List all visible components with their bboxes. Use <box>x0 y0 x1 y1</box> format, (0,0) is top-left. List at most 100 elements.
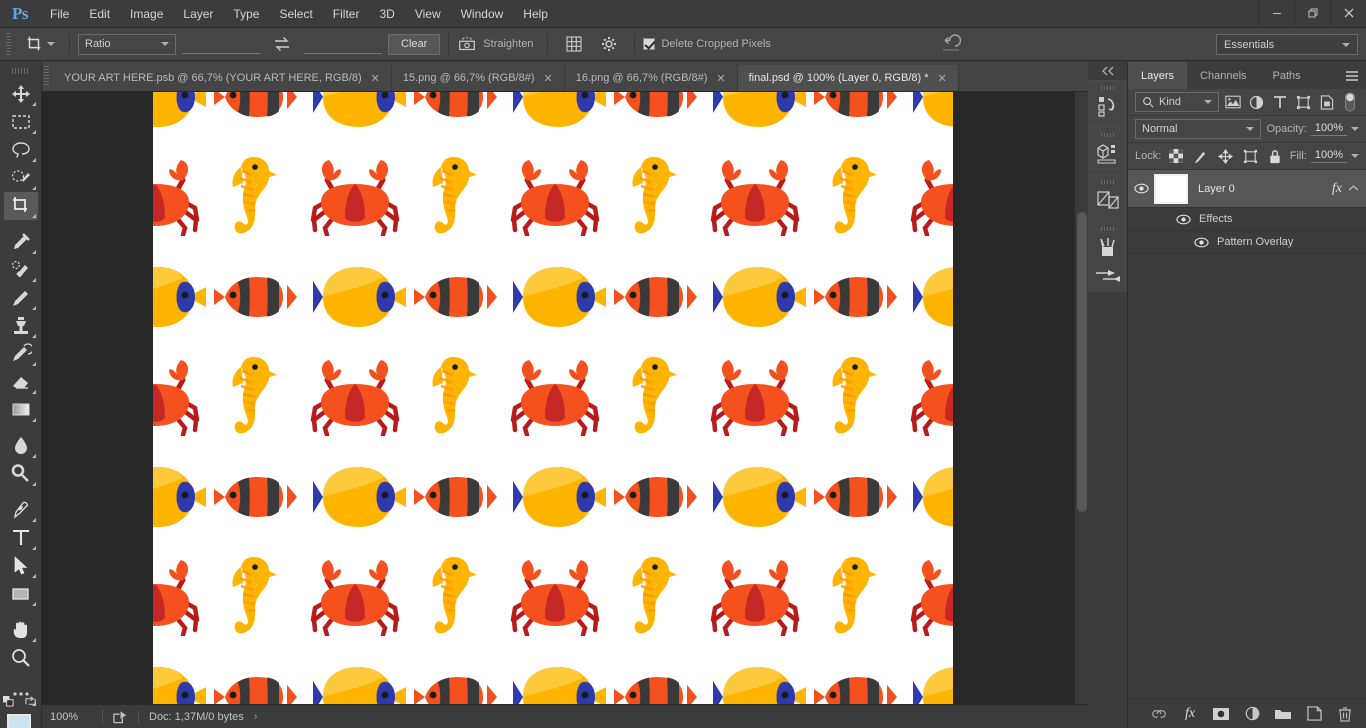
menu-image[interactable]: Image <box>120 0 173 28</box>
new-adjustment-layer-icon[interactable] <box>1243 705 1261 723</box>
panel-tab-channels[interactable]: Channels <box>1187 62 1260 89</box>
layer-comps-panel-button[interactable] <box>1088 174 1127 221</box>
pen-tool[interactable] <box>4 496 38 524</box>
crop-width-input[interactable] <box>182 34 260 54</box>
swap-colors-icon[interactable] <box>24 696 36 707</box>
menu-filter[interactable]: Filter <box>323 0 370 28</box>
layer-visibility-toggle[interactable] <box>1128 183 1154 194</box>
document-info[interactable]: Doc: 1,37M/0 bytes <box>149 711 244 723</box>
link-layers-icon[interactable] <box>1150 705 1168 723</box>
layer-list[interactable]: Layer 0 fx Effects Pattern Overlay <box>1128 170 1366 698</box>
tool-flyout-triangle[interactable] <box>31 638 36 642</box>
document-tab[interactable]: 15.png @ 66,7% (RGB/8#) ✕ <box>391 65 565 91</box>
menu-select[interactable]: Select <box>269 0 322 28</box>
tool-flyout-triangle[interactable] <box>31 602 36 606</box>
lock-artboard-nesting-icon[interactable] <box>1240 146 1260 166</box>
rectangular-marquee-tool[interactable] <box>4 108 38 136</box>
menu-layer[interactable]: Layer <box>173 0 223 28</box>
history-panel-button[interactable] <box>1088 80 1127 127</box>
document-tab[interactable]: 16.png @ 66,7% (RGB/8#) ✕ <box>564 65 738 91</box>
filter-adjustment-icon[interactable] <box>1248 92 1265 112</box>
menu-type[interactable]: Type <box>223 0 269 28</box>
quick-selection-tool[interactable] <box>4 164 38 192</box>
tool-flyout-triangle[interactable] <box>31 546 36 550</box>
layer-effects-badge[interactable]: fx <box>1332 181 1342 197</box>
grid-overlay-icon[interactable] <box>564 34 584 54</box>
tool-flyout-triangle[interactable] <box>31 186 36 190</box>
filter-enable-toggle[interactable] <box>1342 92 1359 112</box>
close-icon[interactable]: ✕ <box>716 72 725 85</box>
workspace-select[interactable]: Essentials <box>1216 34 1358 55</box>
tools-panel-grip[interactable] <box>11 68 30 74</box>
eyedropper-tool[interactable] <box>4 228 38 256</box>
tool-flyout-triangle[interactable] <box>31 334 36 338</box>
filter-type-icon[interactable] <box>1271 92 1288 112</box>
new-group-icon[interactable] <box>1274 705 1292 723</box>
document-area[interactable] <box>42 92 1088 704</box>
fill-value[interactable]: 100% <box>1310 149 1347 163</box>
3d-panel-button[interactable] <box>1088 127 1127 174</box>
share-icon[interactable] <box>113 710 128 724</box>
tool-preset-caret[interactable] <box>47 42 55 46</box>
tab-bar-grip[interactable] <box>44 66 49 86</box>
opacity-slider-caret[interactable] <box>1351 127 1359 131</box>
close-button[interactable] <box>1330 0 1366 25</box>
effects-visibility-toggle[interactable] <box>1176 214 1191 225</box>
reset-arrow-icon[interactable] <box>939 34 961 54</box>
blend-mode-select[interactable]: Normal <box>1135 119 1261 139</box>
crop-ratio-select[interactable]: Ratio <box>78 33 176 55</box>
clone-stamp-tool[interactable] <box>4 312 38 340</box>
effect-visibility-toggle[interactable] <box>1194 237 1209 248</box>
tool-flyout-triangle[interactable] <box>31 362 36 366</box>
fill-slider-caret[interactable] <box>1351 154 1359 158</box>
tool-flyout-triangle[interactable] <box>31 390 36 394</box>
tool-flyout-triangle[interactable] <box>31 130 36 134</box>
close-icon[interactable]: ✕ <box>544 72 553 85</box>
close-icon[interactable]: ✕ <box>371 72 380 85</box>
menu-help[interactable]: Help <box>513 0 558 28</box>
lasso-tool[interactable] <box>4 136 38 164</box>
collapse-panels-icon[interactable] <box>1088 62 1127 80</box>
restore-button[interactable] <box>1294 0 1330 25</box>
panel-tab-paths[interactable]: Paths <box>1259 62 1314 89</box>
opacity-value[interactable]: 100% <box>1310 122 1347 136</box>
filter-kind-select[interactable]: Kind <box>1135 92 1219 112</box>
new-layer-icon[interactable] <box>1305 705 1323 723</box>
document-tab[interactable]: final.psd @ 100% (Layer 0, RGB/8) * ✕ <box>737 65 959 91</box>
document-tab[interactable]: YOUR ART HERE.psb @ 66,7% (YOUR ART HERE… <box>53 65 392 91</box>
filter-shape-icon[interactable] <box>1295 92 1312 112</box>
minimize-button[interactable] <box>1258 0 1294 25</box>
crop-tool[interactable] <box>3 192 38 220</box>
layer-name[interactable]: Layer 0 <box>1198 183 1235 195</box>
move-tool[interactable] <box>4 80 38 108</box>
delete-layer-icon[interactable] <box>1336 705 1354 723</box>
lock-position-icon[interactable] <box>1216 146 1236 166</box>
layer-row[interactable]: Layer 0 fx <box>1128 170 1366 208</box>
crop-height-input[interactable] <box>304 34 382 54</box>
tool-flyout-triangle[interactable] <box>31 214 36 218</box>
zoom-tool[interactable] <box>4 644 38 672</box>
add-layer-mask-icon[interactable] <box>1212 705 1230 723</box>
tool-flyout-triangle[interactable] <box>31 454 36 458</box>
straighten-icon[interactable] <box>457 35 477 53</box>
filter-smart-object-icon[interactable] <box>1318 92 1335 112</box>
lock-image-pixels-icon[interactable] <box>1191 146 1211 166</box>
brush-tool[interactable] <box>4 284 38 312</box>
tool-flyout-triangle[interactable] <box>31 278 36 282</box>
menu-view[interactable]: View <box>405 0 451 28</box>
filter-pixel-icon[interactable] <box>1225 92 1242 112</box>
lock-transparent-pixels-icon[interactable] <box>1166 146 1186 166</box>
zoom-level[interactable]: 100% <box>50 711 92 723</box>
lock-all-icon[interactable] <box>1265 146 1285 166</box>
layer-effects-group[interactable]: Effects <box>1128 208 1366 231</box>
clear-button[interactable]: Clear <box>388 33 441 55</box>
swap-arrows-icon[interactable] <box>272 35 292 53</box>
delete-cropped-pixels-checkbox[interactable]: Delete Cropped Pixels <box>643 38 771 50</box>
status-expand-arrow[interactable]: › <box>254 711 258 723</box>
hand-tool[interactable] <box>4 616 38 644</box>
brushes-panel-button[interactable] <box>1088 221 1127 292</box>
expand-effects-chevron-icon[interactable] <box>1348 183 1359 195</box>
opacity-control[interactable]: Opacity: 100% <box>1267 122 1359 136</box>
tool-flyout-triangle[interactable] <box>31 518 36 522</box>
tool-flyout-triangle[interactable] <box>31 418 36 422</box>
